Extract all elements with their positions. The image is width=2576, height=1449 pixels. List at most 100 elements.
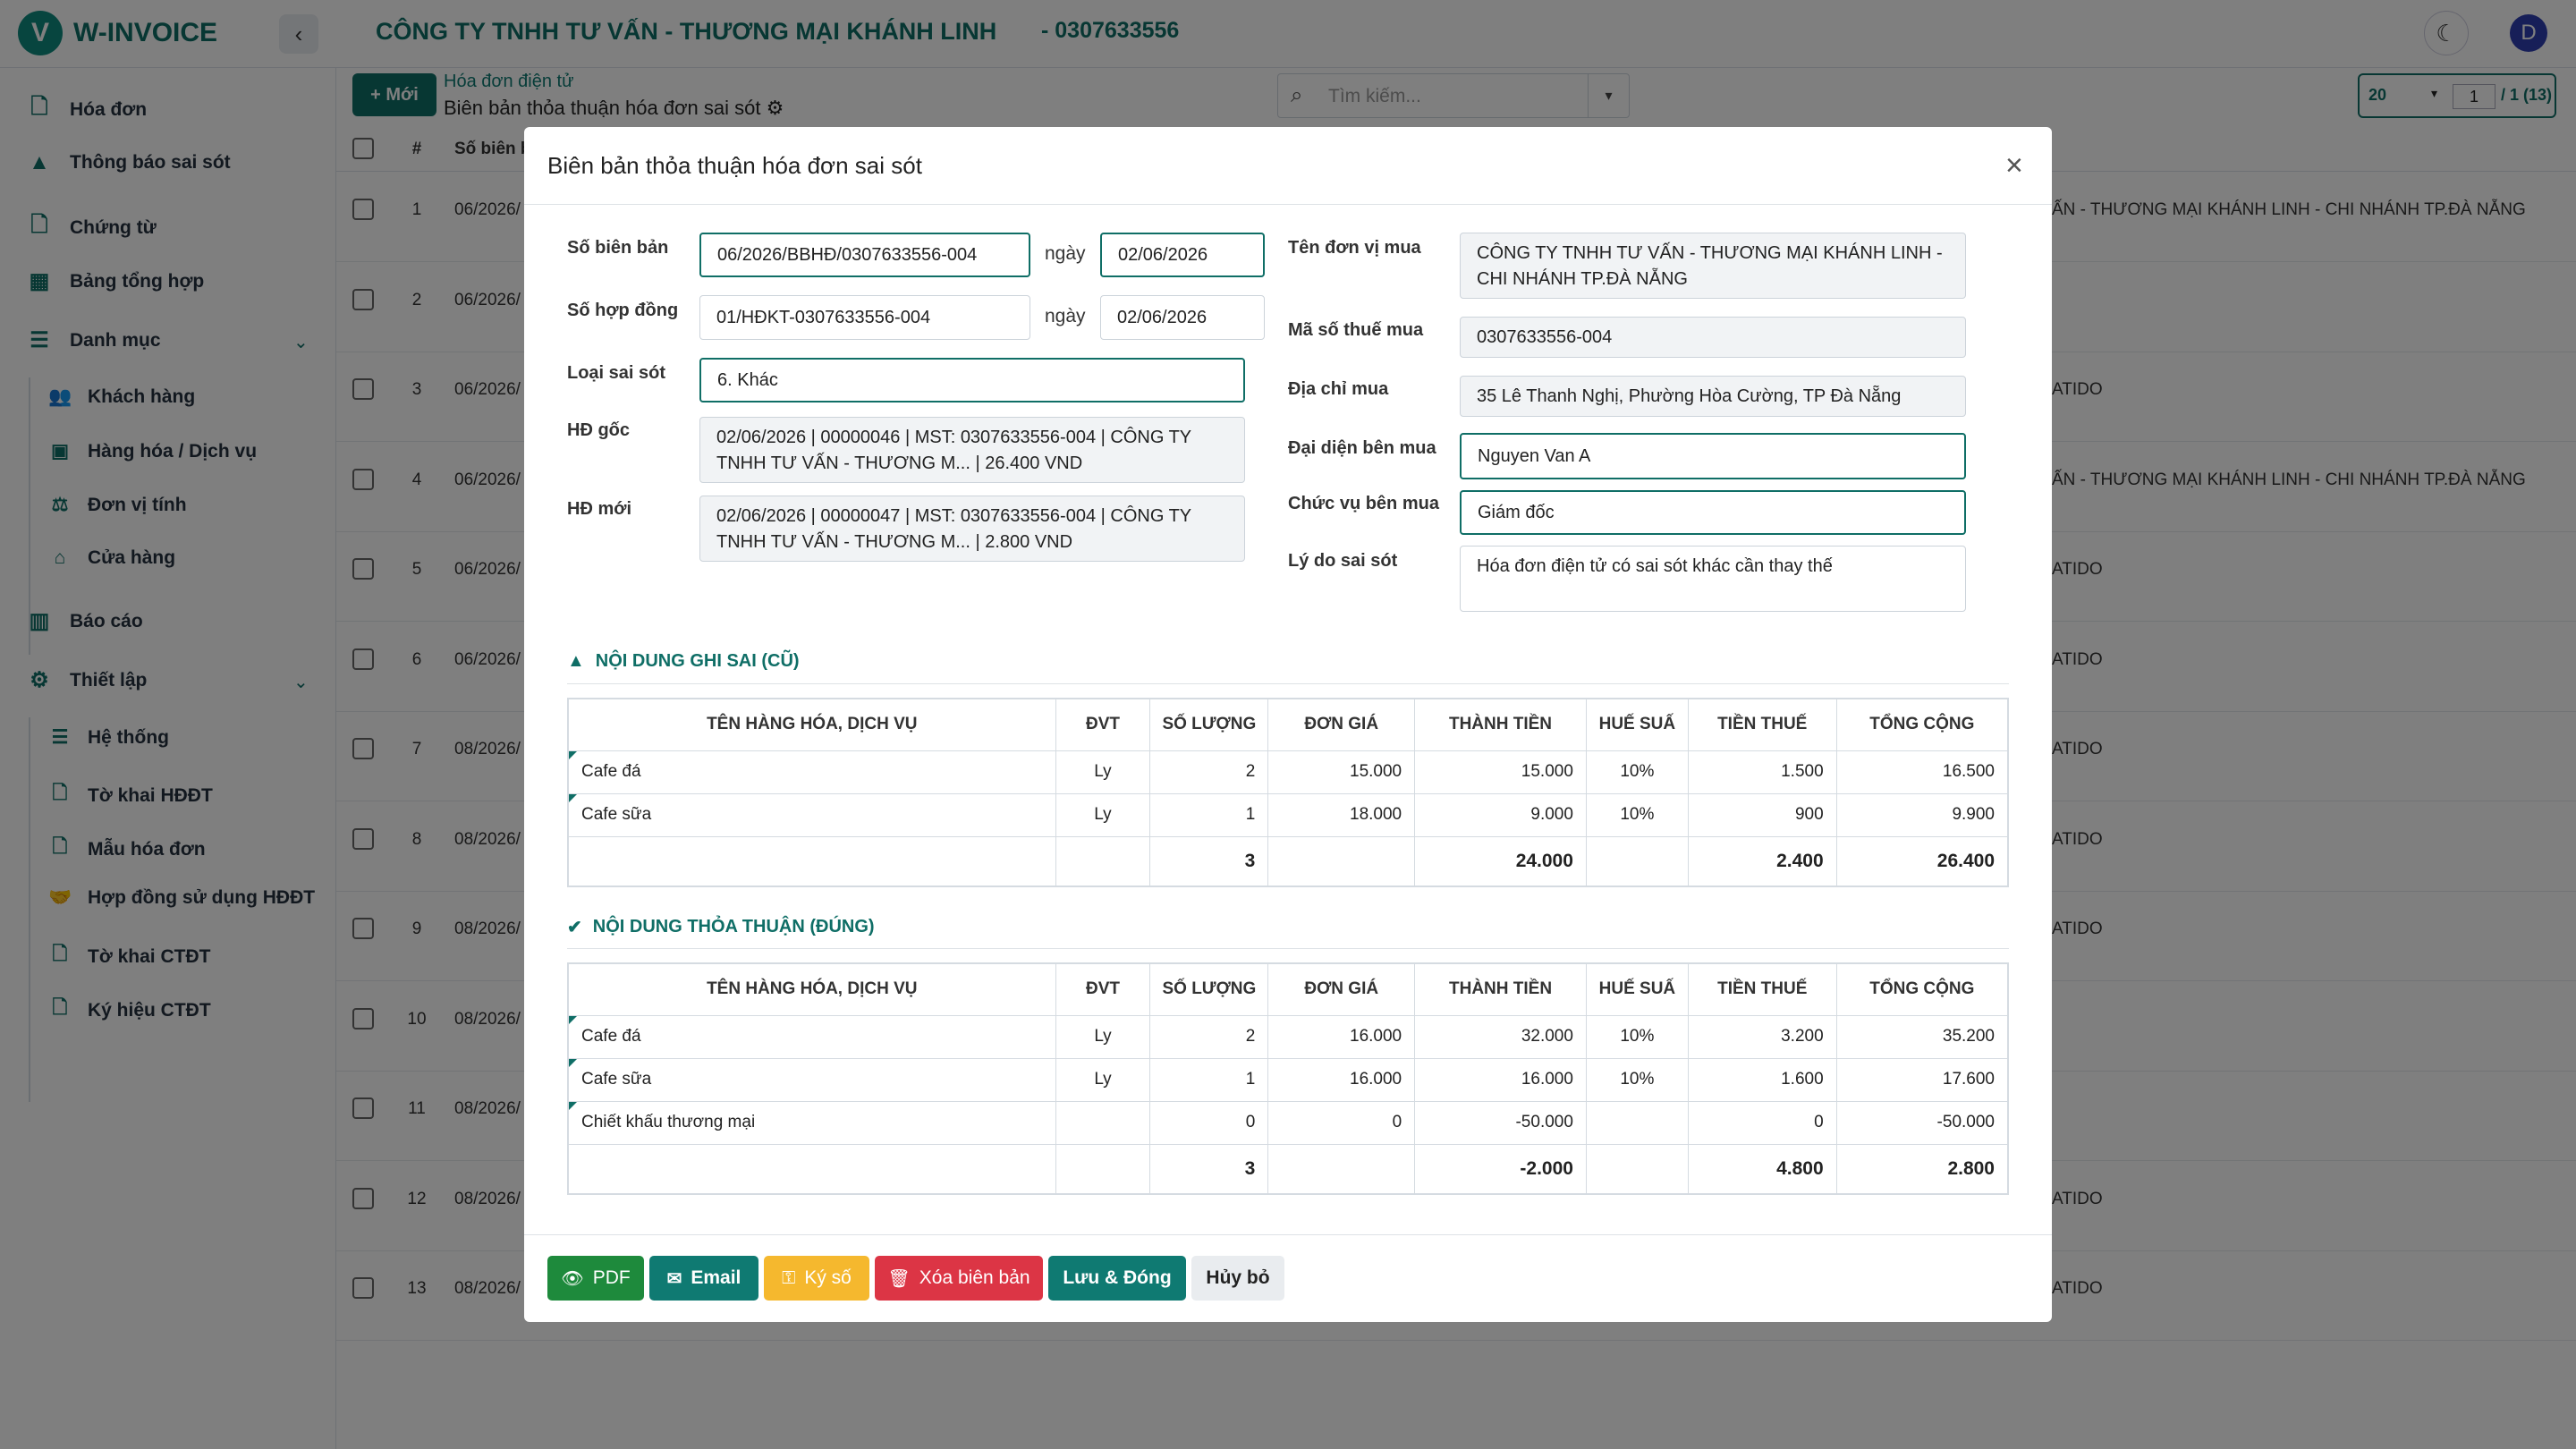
cell-col-tong-cong[interactable]: 16.500 (1835, 750, 2009, 794)
key-icon: ⚿ (782, 1267, 796, 1288)
cell-col-thanh-tien[interactable]: 16.000 (1414, 1057, 1587, 1102)
section-divider (567, 683, 2009, 684)
cell-col-thue-suat[interactable]: 10% (1585, 1057, 1689, 1102)
ly-do-textarea[interactable]: Hóa đơn điện tử có sai sót khác cần thay… (1460, 546, 1966, 612)
hd-goc-field[interactable]: 02/06/2026 | 00000046 | MST: 0307633556-… (699, 417, 1245, 483)
table-row: Cafe đá Ly 2 15.000 15.000 10% 1.500 16.500 (567, 750, 2009, 794)
cell-col-tien-thue[interactable]: 900 (1687, 792, 1837, 837)
total-col-dvt (1055, 1143, 1151, 1195)
header-col-ten-hang: TÊN HÀNG HÓA, DỊCH VỤ (567, 698, 1056, 751)
delete-button[interactable]: 🗑 Xóa biên bản (875, 1256, 1043, 1301)
cell-col-dvt[interactable]: Ly (1055, 750, 1151, 794)
section-new-title: NỘI DUNG THỎA THUẬN (ĐÚNG) (592, 917, 875, 936)
table-row: Cafe sữa Ly 1 18.000 9.000 10% 900 9.900 (567, 792, 2009, 837)
cell-col-so-luong[interactable]: 0 (1149, 1100, 1269, 1145)
save-close-button[interactable]: Lưu & Đóng (1048, 1256, 1186, 1301)
cell-col-so-luong[interactable]: 1 (1149, 1057, 1269, 1102)
cell-col-tien-thue[interactable]: 3.200 (1687, 1014, 1837, 1059)
header-col-thanh-tien: THÀNH TIỀN (1414, 962, 1587, 1016)
cell-col-ten-hang[interactable]: Cafe đá (567, 750, 1056, 794)
cell-value: 10% (1620, 1070, 1655, 1089)
chuc-vu-input[interactable]: Giám đốc (1460, 490, 1966, 535)
cancel-button[interactable]: Hủy bỏ (1191, 1256, 1284, 1301)
cell-col-ten-hang[interactable]: Cafe đá (567, 1014, 1056, 1059)
cell-col-don-gia[interactable]: 18.000 (1267, 792, 1416, 837)
cell-col-thue-suat[interactable]: 10% (1585, 750, 1689, 794)
total-col-thanh-tien: 24.000 (1414, 835, 1587, 887)
pdf-button[interactable]: 👁 PDF (547, 1256, 644, 1301)
total-col-thanh-tien: -2.000 (1414, 1143, 1587, 1195)
total-col-ten-hang (567, 835, 1056, 887)
cell-col-thue-suat[interactable]: 10% (1585, 792, 1689, 837)
cell-col-thanh-tien[interactable]: 9.000 (1414, 792, 1587, 837)
cell-col-dvt[interactable]: Ly (1055, 792, 1151, 837)
cell-value: 900 (1794, 805, 1824, 824)
cell-value: 35.200 (1942, 1027, 1995, 1046)
cell-col-so-luong[interactable]: 1 (1149, 792, 1269, 837)
cell-col-tong-cong[interactable]: 35.200 (1835, 1014, 2009, 1059)
modal-title: Biên bản thỏa thuận hóa đơn sai sót (547, 152, 922, 179)
cell-col-tong-cong[interactable]: 17.600 (1835, 1057, 2009, 1102)
ky-so-label: Ký số (804, 1267, 852, 1288)
cell-col-dvt[interactable]: Ly (1055, 1057, 1151, 1102)
cell-col-don-gia[interactable]: 16.000 (1267, 1057, 1416, 1102)
cell-col-thue-suat[interactable]: 10% (1585, 1014, 1689, 1059)
cell-col-don-gia[interactable]: 0 (1267, 1100, 1416, 1145)
hd-moi-field[interactable]: 02/06/2026 | 00000047 | MST: 0307633556-… (699, 496, 1245, 562)
email-button[interactable]: ✉ Email (649, 1256, 758, 1301)
cell-value: 1.600 (1781, 1070, 1824, 1089)
so-bien-ban-input[interactable]: 06/2026/BBHĐ/0307633556-004 (699, 233, 1030, 277)
header-col-thue-suat: HUẾ SUẤ (1585, 698, 1689, 751)
header-col-so-luong: SỐ LƯỢNG (1149, 698, 1269, 751)
header-col-thue-suat: HUẾ SUẤ (1585, 962, 1689, 1016)
cell-value: Ly (1094, 762, 1112, 781)
table-row: Cafe sữa Ly 1 16.000 16.000 10% 1.600 17.600 (567, 1057, 2009, 1102)
header-col-tong-cong: TỔNG CỘNG (1835, 698, 2009, 751)
ngay-hop-dong-input[interactable]: 02/06/2026 (1100, 295, 1265, 340)
eye-icon: 👁 (561, 1268, 584, 1289)
cell-col-dvt[interactable]: Ly (1055, 1014, 1151, 1059)
cell-value: 16.000 (1521, 1070, 1573, 1089)
cell-col-tong-cong[interactable]: -50.000 (1835, 1100, 2009, 1145)
ten-don-vi-mua-field[interactable]: CÔNG TY TNHH TƯ VẤN - THƯƠNG MẠI KHÁNH L… (1460, 233, 1966, 299)
cell-col-don-gia[interactable]: 16.000 (1267, 1014, 1416, 1059)
cell-value: 16.000 (1350, 1027, 1402, 1046)
cell-col-so-luong[interactable]: 2 (1149, 1014, 1269, 1059)
cell-col-thanh-tien[interactable]: 15.000 (1414, 750, 1587, 794)
hd-moi-label: HĐ mới (567, 499, 632, 519)
dia-chi-mua-field[interactable]: 35 Lê Thanh Nghị, Phường Hòa Cường, TP Đ… (1460, 376, 1966, 417)
cell-value: Cafe sữa (581, 1070, 652, 1089)
so-hop-dong-input[interactable]: 01/HĐKT-0307633556-004 (699, 295, 1030, 340)
header-col-dvt: ĐVT (1055, 962, 1151, 1016)
cell-col-ten-hang[interactable]: Chiết khấu thương mại (567, 1100, 1056, 1145)
mst-mua-field[interactable]: 0307633556-004 (1460, 317, 1966, 358)
cell-col-thanh-tien[interactable]: -50.000 (1414, 1100, 1587, 1145)
cell-col-ten-hang[interactable]: Cafe sữa (567, 792, 1056, 837)
cell-col-don-gia[interactable]: 15.000 (1267, 750, 1416, 794)
cell-value: 9.900 (1952, 805, 1995, 824)
old-content-table: TÊN HÀNG HÓA, DỊCH VỤ ĐVT SỐ LƯỢNG ĐƠN GIÁ T… (567, 698, 2009, 887)
cell-col-thue-suat[interactable] (1585, 1100, 1689, 1145)
dai-dien-input[interactable]: Nguyen Van A (1460, 433, 1966, 479)
cell-col-so-luong[interactable]: 2 (1149, 750, 1269, 794)
cell-col-dvt[interactable] (1055, 1100, 1151, 1145)
cell-value: 10% (1620, 1027, 1655, 1046)
close-icon[interactable]: × (2005, 148, 2023, 183)
total-col-tien-thue: 2.400 (1687, 835, 1837, 887)
ngay-bien-ban-input[interactable]: 02/06/2026 (1100, 233, 1265, 277)
cell-col-tong-cong[interactable]: 9.900 (1835, 792, 2009, 837)
total-col-tong-cong: 2.800 (1835, 1143, 2009, 1195)
cell-col-tien-thue[interactable]: 1.500 (1687, 750, 1837, 794)
cell-col-tien-thue[interactable]: 0 (1687, 1100, 1837, 1145)
cell-col-thanh-tien[interactable]: 32.000 (1414, 1014, 1587, 1059)
delete-label: Xóa biên bản (919, 1267, 1030, 1288)
cell-col-tien-thue[interactable]: 1.600 (1687, 1057, 1837, 1102)
email-label: Email (691, 1267, 741, 1288)
loai-sai-sot-select[interactable]: 6. Khác (699, 358, 1245, 402)
so-hop-dong-label: Số hợp đồng (567, 301, 679, 320)
cell-value: Cafe đá (581, 762, 641, 781)
error-agreement-modal: Biên bản thỏa thuận hóa đơn sai sót × Số… (524, 127, 2052, 1322)
ky-so-button[interactable]: ⚿ Ký số (764, 1256, 869, 1301)
section-old-title: NỘI DUNG GHI SAI (CŨ) (595, 651, 800, 671)
cell-col-ten-hang[interactable]: Cafe sữa (567, 1057, 1056, 1102)
